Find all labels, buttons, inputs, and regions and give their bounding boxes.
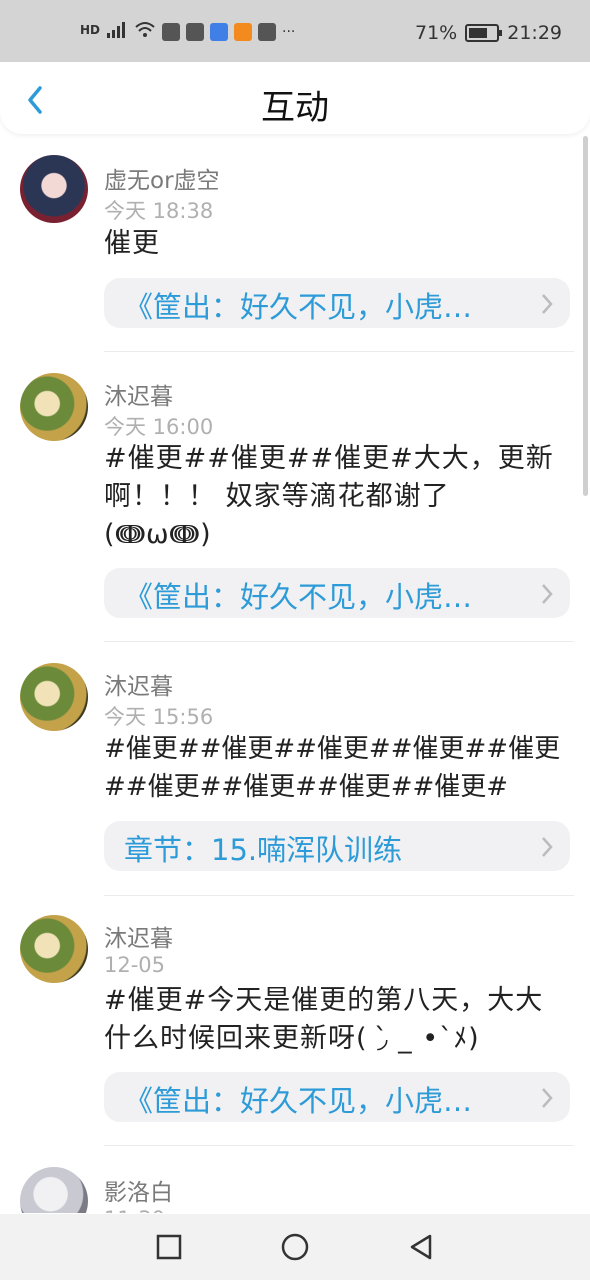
more-icon: ··· [282, 24, 296, 40]
avatar[interactable] [20, 373, 88, 441]
signal-4g-icon [106, 21, 128, 43]
divider [104, 641, 574, 642]
user-name[interactable]: 沐迟暮 [104, 919, 173, 953]
chapter-link[interactable]: 《筐出：好久不见，小虎… [104, 1072, 570, 1122]
avatar[interactable] [20, 155, 88, 223]
comment-text: #催更##催更##催更##催更##催更##催更##催更##催更##催更# [104, 734, 561, 802]
user-name[interactable]: 影洛白 [104, 1173, 173, 1207]
back-icon [410, 1234, 432, 1260]
app-du-icon [210, 23, 229, 41]
battery-icon [465, 24, 503, 42]
comment-text: 催更 [104, 228, 160, 259]
avatar[interactable] [20, 1167, 88, 1213]
chapter-link-text: 《筐出：好久不见，小虎… [124, 290, 473, 324]
status-right: 71% 21:29 [415, 22, 562, 44]
wechat-icon [162, 23, 181, 41]
scrollbar[interactable] [583, 136, 588, 496]
interaction-list: 虚无or虚空 今天 18:38 催更 《筐出：好久不见，小虎… 沐迟暮 今天 1… [0, 135, 582, 1213]
timestamp: 今天 15:56 [104, 705, 214, 729]
timestamp: 今天 18:38 [104, 199, 214, 223]
chevron-right-icon [542, 837, 553, 857]
avatar[interactable] [20, 915, 88, 983]
app-video-icon [234, 23, 253, 41]
recent-apps-button[interactable] [154, 1232, 184, 1262]
comment-text: #催更#今天是催更的第八天，大大什么时候回来更新呀( ◞̀ _ •`ﾒ) [104, 985, 544, 1054]
timestamp: 11-30 [104, 1207, 165, 1213]
battery-percent: 71% [415, 22, 458, 44]
status-bar: HD ··· 71% 21:29 [0, 0, 590, 62]
user-name[interactable]: 沐迟暮 [104, 667, 173, 701]
chapter-link[interactable]: 《筐出：好久不见，小虎… [104, 278, 570, 328]
system-back-button[interactable] [406, 1232, 436, 1262]
home-button[interactable] [280, 1232, 310, 1262]
browser-icon [186, 23, 205, 41]
status-icons: HD ··· [80, 20, 295, 44]
chapter-link-text: 章节：15.喃浑队训练 [124, 833, 403, 867]
comment-text: #催更##催更##催更#大大，更新啊！！！ 奴家等滴花都谢了(ↈωↈ) [104, 443, 554, 550]
chapter-link[interactable]: 《筐出：好久不见，小虎… [104, 568, 570, 618]
chapter-link-text: 《筐出：好久不见，小虎… [124, 580, 473, 614]
app-news-icon [258, 23, 277, 41]
user-name[interactable]: 沐迟暮 [104, 377, 173, 411]
divider [104, 351, 574, 352]
divider [104, 1145, 574, 1146]
chevron-right-icon [542, 584, 553, 604]
clock: 21:29 [507, 22, 562, 44]
chevron-right-icon [542, 294, 553, 314]
avatar[interactable] [20, 663, 88, 731]
app-header: 互动 [0, 62, 590, 134]
recent-apps-icon [156, 1234, 182, 1260]
hd-icon: HD [80, 23, 101, 37]
divider [104, 895, 574, 896]
system-nav-bar [0, 1214, 590, 1280]
chevron-right-icon [542, 1088, 553, 1108]
page-title: 互动 [261, 88, 329, 128]
user-name[interactable]: 虚无or虚空 [104, 161, 220, 195]
home-icon [281, 1233, 309, 1261]
timestamp: 今天 16:00 [104, 415, 214, 439]
timestamp: 12-05 [104, 953, 166, 977]
chapter-link-text: 《筐出：好久不见，小虎… [124, 1084, 473, 1118]
wifi-icon [134, 21, 156, 43]
chapter-link[interactable]: 章节：15.喃浑队训练 [104, 821, 570, 871]
